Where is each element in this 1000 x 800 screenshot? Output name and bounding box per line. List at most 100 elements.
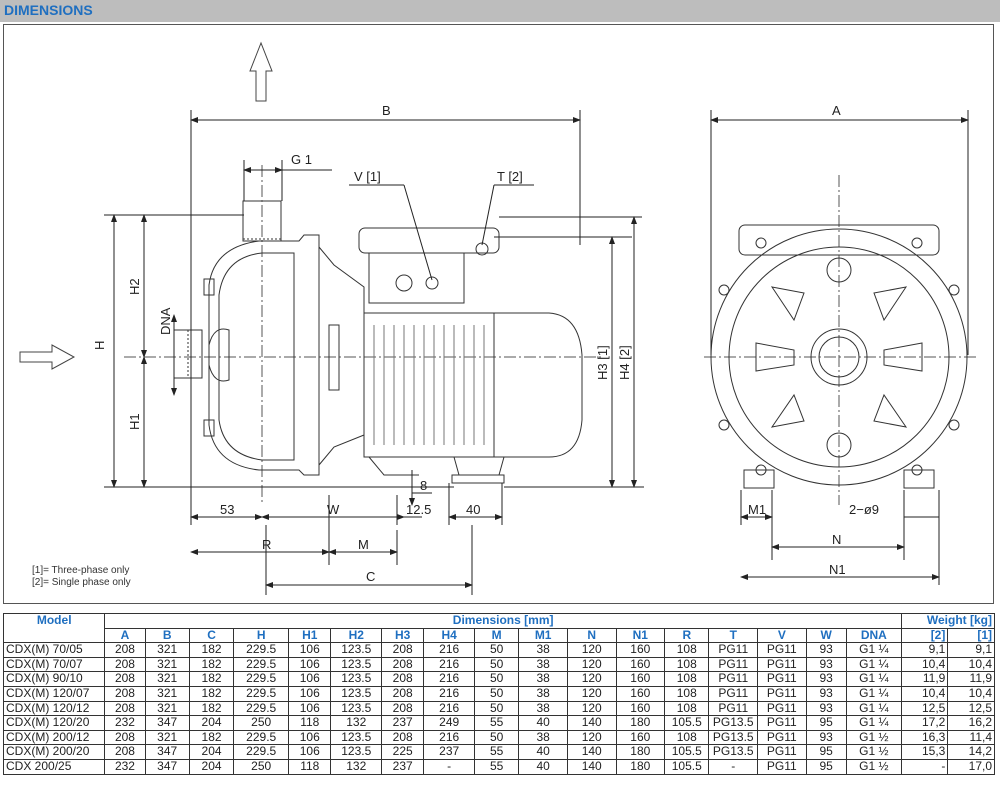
table-cell: 347 [144,715,190,731]
table-cell: 17,0 [947,758,995,775]
table-cell: 321 [144,656,190,673]
table-cell: PG11 [757,642,807,658]
column-header: V [757,627,807,644]
table-cell: 229.5 [233,685,290,702]
label-40: 40 [466,502,480,517]
table-cell: 105.5 [664,758,710,775]
table-row: CDX(M) 120/12 208 321 182 229.5 106 123.5 208 21… [2,700,995,717]
table-cell: 208 [104,700,146,717]
table-header-row-1: Model Dimensions [mm] Weight [kg] [2,612,996,644]
label-holes: 2−ø9 [849,502,879,517]
table-cell: 123.5 [330,729,383,746]
table-cell: 10,4 [900,685,949,702]
table-cell: 180 [615,758,666,775]
table-header-row-2: A B C H H1 H2 H3 H4 M M1 N N1 R T V W DNA [2] [1] [4,627,995,644]
table-cell: 229.5 [233,642,290,658]
table-cell: PG11 [757,671,807,687]
table-cell: 123.5 [330,700,383,717]
pump-front-view [704,175,979,505]
label-h: H [92,341,107,350]
table-cell: 208 [104,671,146,687]
table-cell: 160 [615,671,666,687]
table-cell: 140 [566,715,617,731]
table-cell: G1 ¼ [845,671,902,687]
table-cell: 216 [423,700,475,717]
table-cell: PG13.5 [708,744,759,760]
label-g1: G 1 [291,152,312,167]
table-cell: 182 [188,671,235,687]
table-cell: 216 [423,729,475,746]
table-cell: 237 [381,758,425,775]
table-cell: G1 ¼ [845,715,902,731]
table-cell: PG11 [757,715,807,731]
table-cell: PG11 [708,671,759,687]
table-cell: 16,2 [947,715,995,731]
table-cell: 208 [381,700,425,717]
table-cell: 12,5 [947,700,995,717]
table-cell: 216 [423,642,475,658]
table-cell: 180 [615,744,666,760]
table-cell: 232 [104,758,146,775]
table-row: CDX 200/25 232 347 204 250 118 132 237-55 40 140 1… [2,758,995,775]
table-cell: 204 [188,758,235,775]
table-cell: G1 ¼ [845,642,902,658]
model-cell: CDX(M) 120/12 [2,700,106,717]
table-cell: 120 [566,729,617,746]
table-cell: 120 [566,685,617,702]
table-cell: 208 [381,685,425,702]
dimensions-header: Dimensions [mm] [104,613,902,629]
model-header: Model [2,612,106,644]
label-dna: DNA [158,307,173,335]
pump-side-view [124,165,604,505]
table-cell: 160 [615,685,666,702]
table-cell: 93 [805,685,847,702]
table-cell: 321 [144,642,190,658]
table-cell: 106 [288,744,332,760]
table-cell: 38 [518,656,568,673]
table-cell: PG11 [757,758,807,775]
table-cell: 93 [805,656,847,673]
table-cell: PG13.5 [708,729,759,746]
column-header: R [664,627,710,644]
table-cell: 232 [104,715,146,731]
table-cell: 182 [188,642,235,658]
column-header: N [566,627,617,644]
table-cell: 321 [144,671,190,687]
note-single-phase: [2]= Single phase only [32,577,131,588]
table-row: CDX(M) 70/07 208 321 182 229.5 106 123.5 208 216… [2,656,995,673]
table-cell: 321 [144,685,190,702]
label-r: R [262,537,271,552]
label-h1: H1 [127,413,142,430]
column-header: M [473,627,520,644]
table-cell: 93 [805,700,847,717]
table-cell: 140 [566,758,617,775]
flow-up-arrow [249,41,273,102]
table-cell: 132 [330,758,383,775]
table-cell: 50 [473,656,520,673]
table-cell: 108 [664,656,710,673]
table-cell: 123.5 [330,744,383,760]
table-cell: 160 [615,700,666,717]
table-cell: 208 [104,744,146,760]
table-cell: 123.5 [330,671,383,687]
table-cell: G1 ½ [845,758,902,775]
table-cell: 216 [423,685,475,702]
table-cell: 123.5 [330,685,383,702]
column-header: DNA [845,627,902,644]
table-cell: PG11 [757,700,807,717]
label-a: A [832,103,841,118]
table-cell: 160 [615,729,666,746]
table-row: CDX(M) 90/10 208 321 182 229.5 106 123.5 208 216… [2,671,995,687]
label-h2: H2 [127,278,142,295]
table-cell: 11,9 [900,671,949,687]
table-cell: 123.5 [330,642,383,658]
table-cell: 105.5 [664,744,710,760]
table-row: CDX(M) 200/20 208 347 204 229.5 106 123.5 225 23… [2,744,995,760]
table-cell: 108 [664,642,710,658]
technical-drawing: B A G 1 V [1] T [2] H H2 H1 DNA H3 [1] H… [3,24,994,604]
table-cell: 50 [473,642,520,658]
table-cell: 182 [188,700,235,717]
table-body: CDX(M) 70/05 208 321 182 229.5 106 123.5 208 216… [2,642,995,775]
table-cell: 106 [288,642,332,658]
table-cell: 118 [288,758,332,775]
